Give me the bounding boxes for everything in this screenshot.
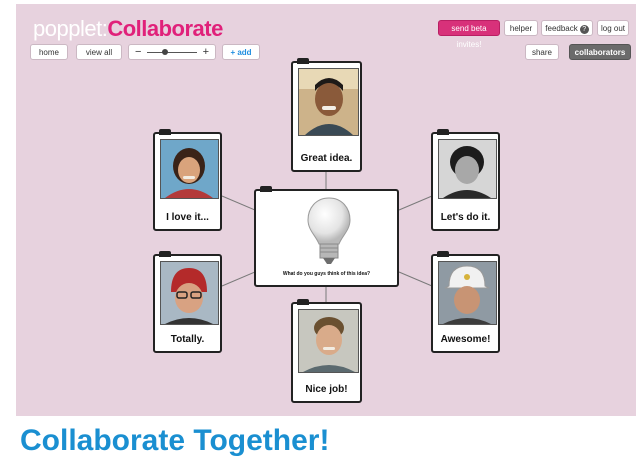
popple-handle[interactable] [297, 299, 309, 305]
profile-photo [438, 139, 497, 199]
popple-handle[interactable] [437, 129, 449, 135]
popple-left-upper[interactable]: I love it... [153, 129, 222, 231]
popple-center[interactable]: What do you guys think of this idea? [254, 186, 399, 287]
connector-left-lower [221, 271, 256, 287]
popple-handle[interactable] [159, 251, 171, 257]
profile-photo [160, 261, 219, 325]
popple-handle[interactable] [297, 58, 309, 64]
profile-photo [298, 309, 359, 373]
popple-caption: Awesome! [440, 334, 491, 345]
popple-caption: I love it... [166, 212, 209, 223]
connector-left-upper [221, 195, 256, 211]
popple-caption: Let's do it. [440, 212, 491, 223]
popple-question: What do you guys think of this idea? [282, 271, 371, 277]
popple-right-lower[interactable]: Awesome! [431, 251, 500, 353]
popple-left-lower[interactable]: Totally. [153, 251, 222, 353]
profile-photo [298, 68, 359, 136]
page-headline: Collaborate Together! [20, 424, 330, 457]
popple-handle[interactable] [260, 186, 272, 192]
popple-handle[interactable] [437, 251, 449, 257]
profile-photo [438, 261, 497, 325]
popple-right-upper[interactable]: Let's do it. [431, 129, 500, 231]
profile-photo [160, 139, 219, 199]
popple-caption: Great idea. [300, 153, 353, 164]
popple-bottom[interactable]: Nice job! [291, 299, 362, 403]
popple-caption: Nice job! [305, 384, 348, 395]
popple-top[interactable]: Great idea. [291, 58, 362, 172]
connector-right-lower [398, 271, 433, 287]
connector-right-upper [398, 195, 433, 211]
popple-caption: Totally. [170, 334, 205, 345]
popple-handle[interactable] [159, 129, 171, 135]
lightbulb-icon [307, 197, 351, 264]
